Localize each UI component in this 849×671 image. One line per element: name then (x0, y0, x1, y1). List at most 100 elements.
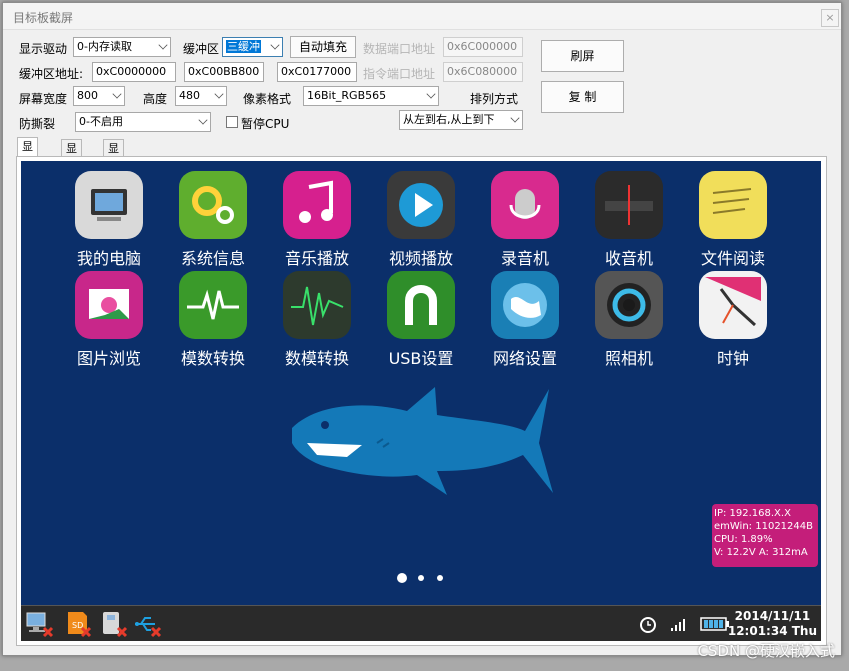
pause-cpu-label: 暂停CPU (241, 117, 290, 131)
app-clock[interactable]: 时钟 (687, 271, 779, 368)
chevron-down-icon (510, 113, 520, 123)
app-picture[interactable]: 图片浏览 (63, 271, 155, 368)
autofill-button[interactable]: 自动填充 (290, 36, 356, 58)
app-usb[interactable]: USB设置 (375, 271, 467, 368)
copy-button[interactable]: 复 制 (541, 81, 624, 113)
globe-icon (491, 271, 559, 339)
screen-width-value: 800 (77, 89, 98, 102)
chevron-down-icon (112, 89, 122, 99)
usb-icon (387, 271, 455, 339)
pixel-format-label: 像素格式 (243, 92, 292, 106)
oscilloscope-icon (283, 271, 351, 339)
app-label: 时钟 (716, 349, 749, 368)
command-port-field[interactable]: 0x6C080000 (443, 62, 523, 82)
command-port-label: 指令端口地址 (363, 67, 436, 81)
app-camera[interactable]: 照相机 (583, 271, 675, 368)
usb-drive-icon[interactable] (99, 610, 129, 638)
height-label: 高度 (143, 92, 168, 106)
height-select[interactable]: 480 (175, 86, 227, 106)
battery-icon (700, 617, 729, 631)
anti-tear-label: 防撕裂 (19, 117, 56, 131)
app-label: 图片浏览 (76, 349, 141, 368)
pause-cpu-checkbox[interactable] (226, 116, 238, 128)
framebuffer-panel: 我的电脑 系统信息 音乐播放 视频播放 录音机 收音机 文件阅读图片浏览 模数转换 数模转换 US… (16, 156, 827, 646)
app-label: 视频播放 (388, 249, 453, 268)
app-oscilloscope[interactable]: 数模转换 (271, 271, 363, 368)
page-dot[interactable] (437, 575, 443, 581)
app-label: 网络设置 (492, 349, 557, 368)
app-computer[interactable]: 我的电脑 (63, 171, 155, 268)
cpu-text: CPU: 1.89% (714, 534, 773, 545)
app-microphone[interactable]: 录音机 (479, 171, 571, 268)
note-icon (699, 171, 767, 239)
buffer-address-2-field[interactable]: 0xC00BB800 (184, 62, 264, 82)
anti-tear-select[interactable]: 0-不启用 (75, 112, 211, 132)
radio-icon (595, 171, 663, 239)
app-note[interactable]: 文件阅读 (687, 171, 779, 268)
anti-tear-value: 0-不启用 (79, 115, 123, 128)
gear-icon (179, 171, 247, 239)
app-play[interactable]: 视频播放 (375, 171, 467, 268)
captured-screen: 我的电脑 系统信息 音乐播放 视频播放 录音机 收音机 文件阅读图片浏览 模数转换 数模转换 US… (21, 161, 821, 641)
app-label: 照相机 (604, 349, 653, 368)
app-label: 数模转换 (284, 349, 349, 368)
title-bar: 目标板截屏 × (3, 3, 841, 30)
tab-framebuffer-3[interactable]: 显存3 (103, 139, 124, 189)
play-icon (387, 171, 455, 239)
microphone-icon (491, 171, 559, 239)
app-label: 系统信息 (180, 249, 245, 268)
system-info-panel: IP: 192.168.X.X emWin: 11021244B CPU: 1.… (712, 504, 818, 567)
buffer-select[interactable]: 三缓冲 (222, 37, 283, 57)
app-label: 音乐播放 (284, 249, 349, 268)
close-button[interactable]: × (821, 9, 839, 27)
refresh-button[interactable]: 刷屏 (541, 40, 624, 72)
pixel-format-select[interactable]: 16Bit_RGB565 (303, 86, 439, 106)
clock-icon (699, 271, 767, 339)
tab-framebuffer-2[interactable]: 显存2 (61, 139, 82, 189)
buffer-address-3-field[interactable]: 0xC0177000 (277, 62, 357, 82)
app-radio[interactable]: 收音机 (583, 171, 675, 268)
alarm-clock-icon[interactable] (637, 610, 659, 638)
computer-icon (75, 171, 143, 239)
app-label: 收音机 (604, 249, 653, 268)
chevron-down-icon (214, 89, 224, 99)
arrange-select[interactable]: 从左到右,从上到下 (399, 110, 523, 130)
page-dot[interactable] (418, 575, 424, 581)
app-music-note[interactable]: 音乐播放 (271, 171, 363, 268)
app-globe[interactable]: 网络设置 (479, 271, 571, 368)
pixel-format-value: 16Bit_RGB565 (307, 89, 387, 102)
buffer-address-label: 缓冲区地址: (19, 67, 84, 81)
buffer-value: 三缓冲 (226, 40, 261, 53)
page-dot-active[interactable] (397, 573, 407, 583)
device-date: 2014/11/11 (734, 609, 811, 623)
signal-strength-icon (671, 619, 685, 631)
buffer-label: 缓冲区 (183, 42, 220, 56)
voltage-current-text: V: 12.2V A: 312mA (714, 547, 808, 558)
chevron-down-icon (158, 40, 168, 50)
window-title: 目标板截屏 (13, 11, 74, 25)
ip-text: IP: 192.168.X.X (714, 508, 791, 519)
app-label: 录音机 (500, 249, 549, 268)
app-label: 我的电脑 (76, 249, 141, 268)
data-port-field[interactable]: 0x6C000000 (443, 37, 523, 57)
app-waveform[interactable]: 模数转换 (167, 271, 259, 368)
page-indicator (397, 573, 457, 585)
usb-connection-icon[interactable] (133, 610, 163, 638)
chevron-down-icon (270, 40, 280, 50)
tab-framebuffer-1[interactable]: 显存1 (17, 137, 38, 187)
device-clock: 2014/11/11 12:01:34 Thu (728, 609, 817, 639)
waveform-icon (179, 271, 247, 339)
display-driver-select[interactable]: 0-内存读取 (73, 37, 171, 57)
buffer-address-1-field[interactable]: 0xC0000000 (92, 62, 176, 82)
sd-card-icon[interactable]: SD (63, 610, 93, 638)
screen-capture-window: 目标板截屏 × 显示驱动 0-内存读取 缓冲区 三缓冲 自动填充 数据端口地址 … (2, 2, 842, 656)
screen-width-select[interactable]: 800 (73, 86, 125, 106)
shark-illustration (292, 387, 553, 495)
music-note-icon (283, 171, 351, 239)
network-disconnected-icon[interactable] (25, 610, 55, 638)
app-label: 文件阅读 (700, 249, 765, 268)
height-value: 480 (179, 89, 200, 102)
app-label: USB设置 (388, 349, 454, 368)
app-gear[interactable]: 系统信息 (167, 171, 259, 268)
display-driver-label: 显示驱动 (19, 42, 68, 56)
